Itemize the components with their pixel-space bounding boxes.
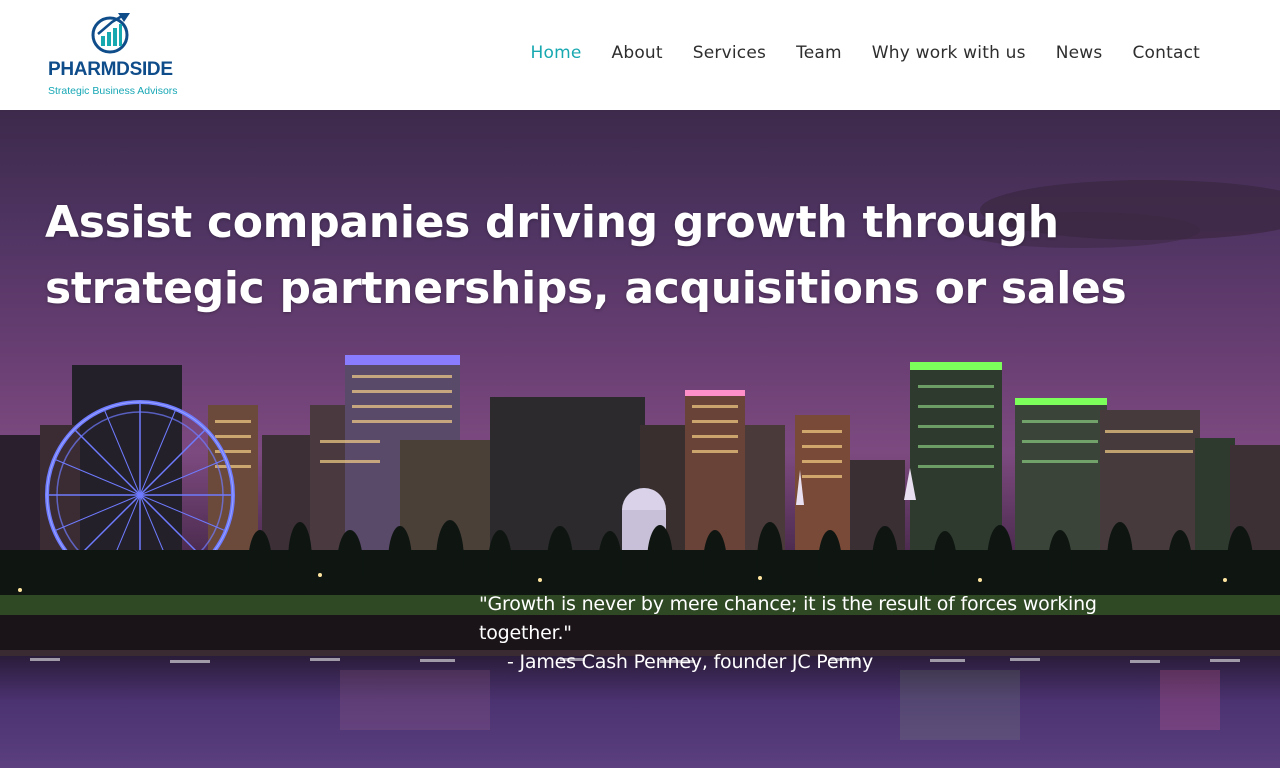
logo[interactable]: PHARMDSIDE Strategic Business Advisors — [48, 12, 188, 102]
nav-item-why-work-with-us[interactable]: Why work with us — [872, 43, 1026, 67]
hero-quote: "Growth is never by mere chance; it is t… — [479, 590, 1179, 677]
chart-arrow-circle-icon — [91, 13, 130, 54]
nav-item-news[interactable]: News — [1056, 43, 1103, 67]
nav-item-contact[interactable]: Contact — [1132, 43, 1200, 67]
hero-headline-line1: Assist companies driving growth through — [45, 197, 1059, 248]
nav-item-home[interactable]: Home — [530, 43, 581, 67]
hero-headline: Assist companies driving growth through … — [45, 190, 1145, 322]
hero-headline-line2: strategic partnerships, acquisitions or … — [45, 263, 1127, 314]
quote-text: "Growth is never by mere chance; it is t… — [479, 593, 1097, 644]
main-nav: Home About Services Team Why work with u… — [530, 43, 1200, 67]
nav-item-team[interactable]: Team — [796, 43, 842, 67]
brand-tagline: Strategic Business Advisors — [48, 85, 178, 97]
site-header: PHARMDSIDE Strategic Business Advisors H… — [0, 0, 1280, 110]
quote-author: - James Cash Penney, founder JC Penny — [507, 651, 874, 673]
brand-name: PHARMDSIDE — [48, 59, 173, 80]
nav-item-about[interactable]: About — [612, 43, 663, 67]
nav-item-services[interactable]: Services — [693, 43, 766, 67]
